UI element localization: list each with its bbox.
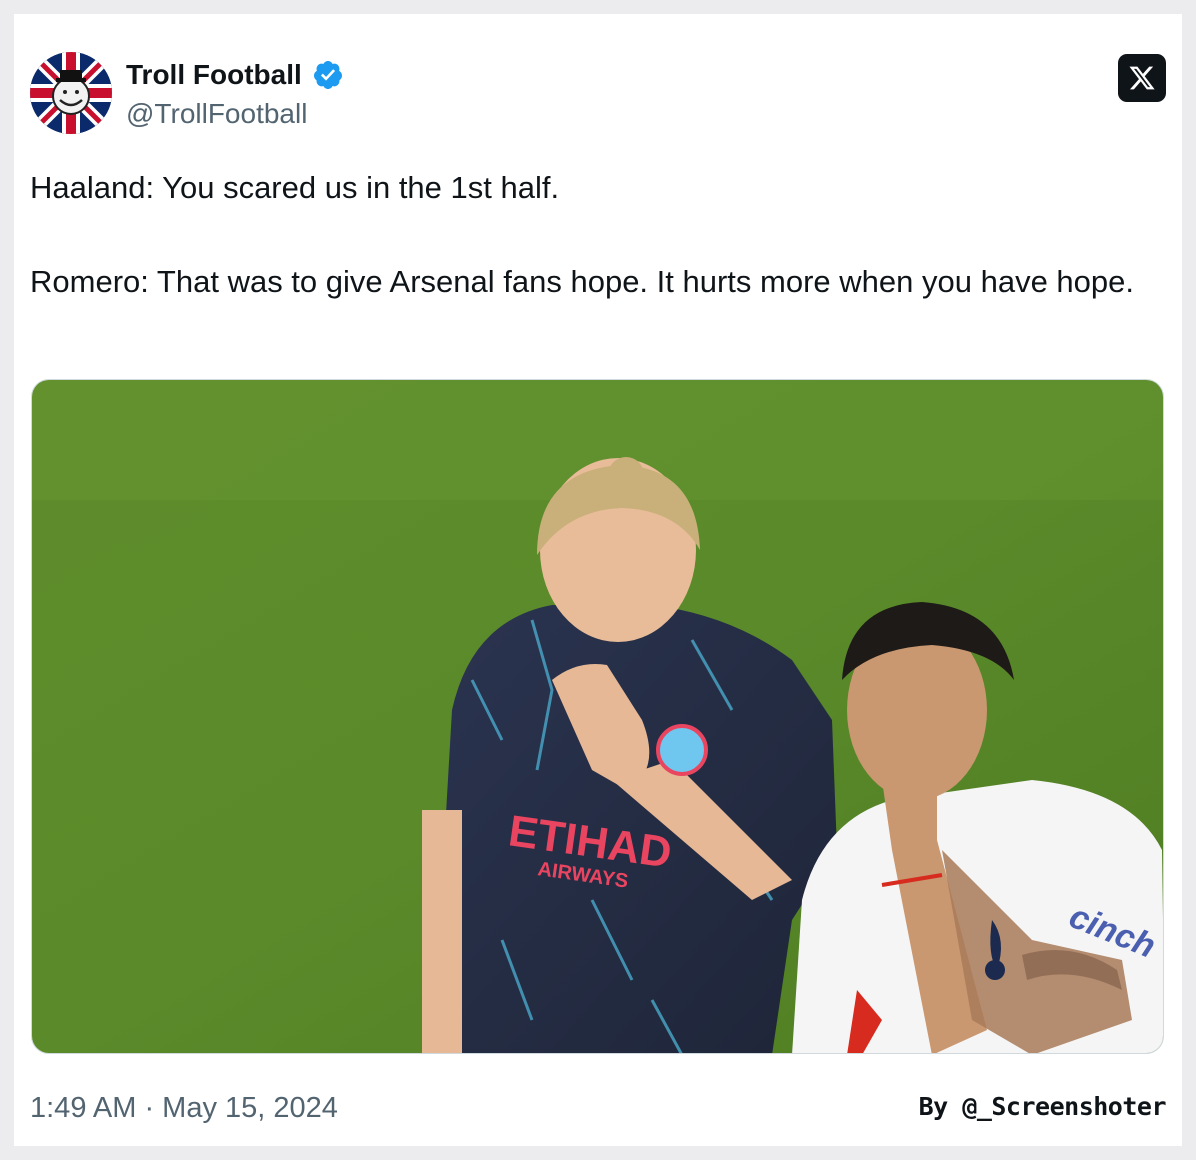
tweet-text: Haaland: You scared us in the 1st half. … xyxy=(30,164,1170,305)
tweet-header: Troll Football @TrollFootball xyxy=(30,50,1166,134)
tweet-card: Troll Football @TrollFootball Haaland: Y… xyxy=(0,0,1196,1160)
verified-badge-icon xyxy=(312,59,344,91)
tweet-text-line: Romero: That was to give Arsenal fans ho… xyxy=(30,264,1134,299)
football-photo-illustration: ETIHAD AIRWAYS cinch xyxy=(32,380,1163,1053)
author-display-name[interactable]: Troll Football xyxy=(126,58,302,92)
tweet-timestamp[interactable]: 1:49 AM · May 15, 2024 xyxy=(30,1088,338,1128)
avatar[interactable] xyxy=(30,52,112,134)
author-handle[interactable]: @TrollFootball xyxy=(126,94,344,134)
screenshot-credit: By @_Screenshoter xyxy=(918,1092,1167,1121)
tweet-media-photo[interactable]: ETIHAD AIRWAYS cinch xyxy=(31,379,1164,1054)
author-name-block: Troll Football @TrollFootball xyxy=(126,58,344,134)
x-logo-icon[interactable] xyxy=(1118,54,1166,102)
tweet-text-line: Haaland: You scared us in the 1st half. xyxy=(30,170,560,205)
